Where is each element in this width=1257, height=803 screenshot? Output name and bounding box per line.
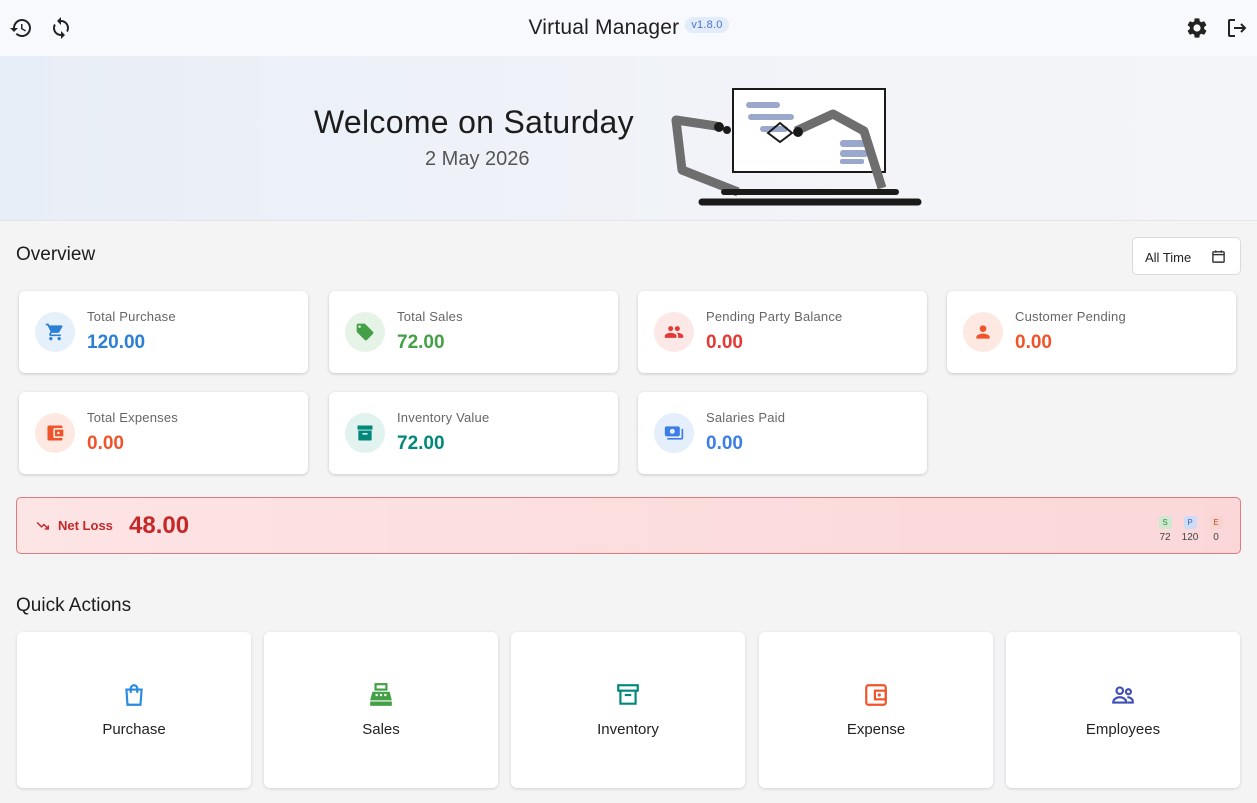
card-value: 0.00 (87, 433, 124, 454)
net-value: 48.00 (129, 512, 190, 539)
sales-mini-value: 72 (1159, 532, 1171, 543)
person-icon (963, 312, 1003, 352)
welcome-date: 2 May 2026 (425, 148, 530, 170)
quick-action-expense[interactable]: Expense (759, 632, 993, 788)
card-total-purchase[interactable]: Total Purchase 120.00 (19, 291, 308, 373)
expense-mini-value: 0 (1213, 532, 1219, 543)
calendar-icon (1211, 249, 1226, 269)
group-icon (654, 312, 694, 352)
wallet-icon (35, 413, 75, 453)
card-label: Total Expenses (87, 410, 178, 425)
cart-icon (35, 312, 75, 352)
settings-icon[interactable] (1183, 14, 1211, 42)
time-filter-button[interactable]: All Time (1132, 237, 1241, 275)
archive-icon (511, 682, 745, 708)
purchase-badge: P (1183, 516, 1197, 529)
quick-action-purchase[interactable]: Purchase (17, 632, 251, 788)
quick-action-label: Inventory (597, 721, 659, 738)
card-label: Total Sales (397, 309, 463, 324)
card-label: Total Purchase (87, 309, 176, 324)
expense-badge: E (1209, 516, 1223, 529)
app-name: Virtual Manager (528, 16, 680, 39)
sales-badge: S (1158, 516, 1172, 529)
quick-action-label: Purchase (102, 721, 166, 738)
quick-actions-title: Quick Actions (16, 595, 132, 616)
net-result-bar: Net Loss 48.00 S 72 P 120 E 0 (16, 497, 1241, 554)
quick-action-inventory[interactable]: Inventory (511, 632, 745, 788)
card-value: 0.00 (706, 433, 743, 454)
quick-action-label: Expense (846, 721, 906, 738)
group-icon (1006, 682, 1240, 708)
overview-title: Overview (16, 244, 96, 265)
top-bar: Virtual Manager v1.8.0 (0, 0, 1257, 56)
card-total-sales[interactable]: Total Sales 72.00 (329, 291, 618, 373)
welcome-title: Welcome on Saturday (314, 104, 634, 140)
purchase-mini-value: 120 (1181, 532, 1199, 543)
card-salaries-paid[interactable]: Salaries Paid 0.00 (638, 392, 927, 474)
shopping-bag-icon (17, 682, 251, 708)
quick-action-employees[interactable]: Employees (1006, 632, 1240, 788)
card-inventory-value[interactable]: Inventory Value 72.00 (329, 392, 618, 474)
card-value: 0.00 (1015, 332, 1052, 353)
card-label: Salaries Paid (706, 410, 786, 425)
card-label: Inventory Value (397, 410, 490, 425)
card-value: 72.00 (397, 433, 445, 454)
expense-mini-stat: E 0 (1205, 512, 1227, 543)
welcome-banner: Welcome on Saturday 2 May 2026 (0, 56, 1257, 221)
quick-action-label: Employees (1085, 721, 1161, 738)
trending-down-icon (35, 519, 51, 538)
time-filter-label: All Time (1145, 250, 1192, 265)
app-title: Virtual Manager v1.8.0 (0, 16, 1257, 40)
logout-icon[interactable] (1223, 14, 1251, 42)
cash-register-icon (264, 682, 498, 708)
card-value: 72.00 (397, 332, 445, 353)
tag-icon (345, 312, 385, 352)
archive-icon (345, 413, 385, 453)
money-icon (654, 413, 694, 453)
sales-mini-stat: S 72 (1154, 512, 1176, 543)
card-value: 0.00 (706, 332, 743, 353)
card-label: Customer Pending (1015, 309, 1126, 324)
quick-action-sales[interactable]: Sales (264, 632, 498, 788)
card-total-expenses[interactable]: Total Expenses 0.00 (19, 392, 308, 474)
card-customer-pending[interactable]: Customer Pending 0.00 (947, 291, 1236, 373)
laptop-illustration-icon (668, 84, 923, 214)
card-value: 120.00 (87, 332, 146, 353)
version-badge: v1.8.0 (685, 17, 729, 34)
card-pending-party-balance[interactable]: Pending Party Balance 0.00 (638, 291, 927, 373)
wallet-icon (759, 682, 993, 708)
card-label: Pending Party Balance (706, 309, 843, 324)
net-label: Net Loss (58, 518, 113, 533)
quick-action-label: Sales (362, 721, 400, 738)
purchase-mini-stat: P 120 (1179, 512, 1201, 543)
